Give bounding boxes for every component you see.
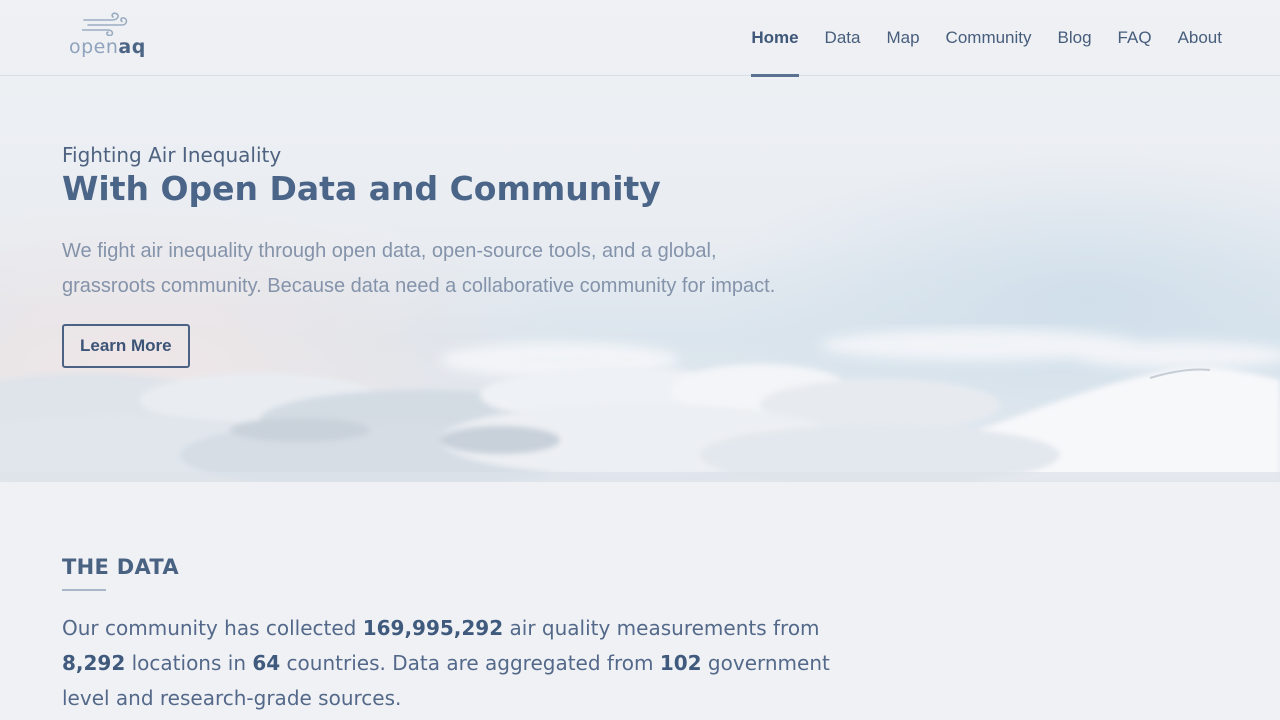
locations-count: 8,292 [62,651,126,675]
sources-count: 102 [659,651,702,675]
data-section-title: THE DATA [62,555,179,579]
nav-community[interactable]: Community [946,0,1032,76]
nav-faq[interactable]: FAQ [1118,0,1152,76]
hero-title: With Open Data and Community [62,169,661,208]
logo-prefix: open [69,36,119,58]
data-text-1: Our community has collected [62,616,363,640]
countries-count: 64 [252,651,281,675]
data-text-2: air quality measurements from [503,616,820,640]
hero-content: Fighting Air Inequality With Open Data a… [62,142,822,368]
data-text-3: locations in [125,651,253,675]
section-divider [62,589,106,591]
hero-description: We fight air inequality through open dat… [62,240,776,297]
nav-data[interactable]: Data [825,0,861,76]
logo-wordmark: openaq [69,36,146,58]
site-header: openaq Home Data Map Community Blog FAQ … [0,0,1280,77]
data-text-4: countries. Data are aggregated from [280,651,660,675]
wind-icon [82,12,128,36]
data-section: THE DATA Our community has collected 169… [62,555,842,716]
openaq-logo[interactable]: openaq [66,12,150,62]
learn-more-button[interactable]: Learn More [62,324,190,368]
hero-kicker: Fighting Air Inequality [62,143,282,167]
nav-blog[interactable]: Blog [1058,0,1092,76]
nav-map[interactable]: Map [886,0,919,76]
nav-home[interactable]: Home [751,0,799,77]
logo-suffix: aq [118,36,146,58]
data-summary: Our community has collected 169,995,292 … [62,611,842,716]
main-nav: Home Data Map Community Blog FAQ About [751,0,1222,77]
measurements-count: 169,995,292 [362,616,504,640]
nav-about[interactable]: About [1178,0,1222,76]
